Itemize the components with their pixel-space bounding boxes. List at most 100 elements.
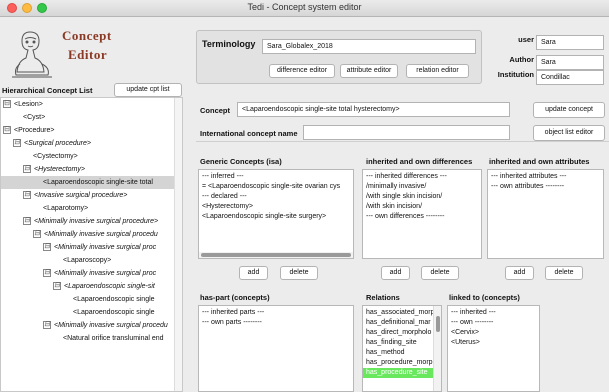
concept-field[interactable]: <Laparoendoscopic single-site total hyst… (237, 102, 510, 117)
attributes-header: inherited and own attributes (489, 157, 590, 166)
relations-scrollbar[interactable] (433, 306, 441, 391)
tree-row[interactable]: ⊟ <Minimally invasive surgical proc (43, 241, 156, 254)
collapse-icon[interactable]: ⊟ (3, 100, 11, 109)
author-label: Author (509, 55, 534, 64)
list-item[interactable]: --- own attributes -------- (491, 182, 564, 192)
list-item[interactable]: /with single skin incision/ (366, 192, 442, 202)
list-item[interactable]: has_direct_morpholo (366, 328, 431, 338)
collapse-icon[interactable]: ⊟ (33, 230, 41, 239)
tree-row[interactable]: ⊟ <Invasive surgical procedure> (23, 189, 127, 202)
list-item[interactable]: --- inferred --- (202, 172, 244, 182)
tree-row[interactable]: <Natural orifice transluminal end (63, 332, 164, 345)
generic-delete-button[interactable]: delete (280, 266, 318, 280)
list-item[interactable]: --- inherited --- (451, 308, 496, 318)
user-label: user (518, 35, 534, 44)
tree-row[interactable]: ⊟ <Minimally invasive surgical proc (43, 267, 156, 280)
list-item[interactable]: has_finding_site (366, 338, 417, 348)
attributes-add-button[interactable]: add (505, 266, 534, 280)
list-item[interactable]: has_procedure_morp (366, 358, 433, 368)
hierarchy-tree[interactable]: ⊟ <Lesion> <Cyst> ⊟ <Procedure> ⊟ <Surgical… (0, 97, 183, 392)
tree-scrollbar[interactable] (174, 98, 182, 391)
tree-row[interactable]: <Cystectomy> (33, 150, 78, 163)
generic-concepts-list[interactable]: --- inferred --- = <Laparoendoscopic sin… (198, 169, 354, 259)
list-item[interactable]: --- own parts -------- (202, 318, 262, 328)
differences-list[interactable]: --- inherited differences --- /minimally… (362, 169, 482, 259)
tree-row[interactable]: ⊟ <Minimally invasive surgical procedu (43, 319, 168, 332)
list-item[interactable]: has_definitional_mar (366, 318, 431, 328)
list-item[interactable]: --- own differences -------- (366, 212, 444, 222)
terminology-label: Terminology (202, 39, 256, 49)
tree-row[interactable]: <Laparoendoscopic single (73, 306, 155, 319)
list-item[interactable]: /minimally invasive/ (366, 182, 426, 192)
relation-editor-button[interactable]: relation editor (406, 64, 469, 78)
tree-row[interactable]: <Cyst> (23, 111, 45, 124)
tree-row[interactable]: ⊟ <Surgical procedure> (13, 137, 91, 150)
horizontal-scrollbar[interactable] (199, 252, 353, 258)
list-item[interactable]: --- declared --- (202, 192, 247, 202)
collapse-icon[interactable]: ⊟ (13, 139, 21, 148)
generic-concepts-header: Generic Concepts (isa) (200, 157, 282, 166)
update-cpt-list-button[interactable]: update cpt list (114, 83, 182, 97)
relations-list[interactable]: has_associated_morp has_definitional_mar… (362, 305, 442, 392)
author-field[interactable]: Sara (536, 55, 604, 70)
list-item[interactable]: --- inherited parts --- (202, 308, 264, 318)
terminology-field[interactable]: Sara_Globalex_2018 (262, 39, 476, 54)
collapse-icon[interactable]: ⊟ (23, 217, 31, 226)
list-item[interactable]: = <Laparoendoscopic single-site ovarian … (202, 182, 340, 192)
list-item[interactable]: --- own -------- (451, 318, 493, 328)
list-item[interactable]: <Uterus> (451, 338, 480, 348)
differences-add-button[interactable]: add (381, 266, 410, 280)
tree-row[interactable]: ⊟ <Procedure> (3, 124, 54, 137)
collapse-icon[interactable]: ⊟ (43, 269, 51, 278)
has-part-header: has-part (concepts) (200, 293, 270, 302)
hierarchy-label: Hierarchical Concept List (2, 86, 93, 95)
list-item-selected[interactable]: has_procedure_site (363, 368, 433, 378)
collapse-icon[interactable]: ⊟ (53, 282, 61, 291)
international-concept-name-label: International concept name (200, 129, 298, 138)
list-item[interactable]: --- inherited differences --- (366, 172, 447, 182)
concept-editor-logo-icon (12, 31, 52, 78)
relations-header: Relations (366, 293, 400, 302)
difference-editor-button[interactable]: difference editor (269, 64, 335, 78)
title-bar: Tedi - Concept system editor (0, 0, 609, 17)
collapse-icon[interactable]: ⊟ (43, 321, 51, 330)
logo-title-line2: Editor (68, 47, 108, 62)
tree-row-selected[interactable]: <Laparoendoscopic single-site total (1, 176, 175, 189)
tree-row[interactable]: <Laparoscopy> (63, 254, 111, 267)
international-concept-name-field[interactable] (303, 125, 510, 140)
concept-label: Concept (200, 106, 230, 115)
has-part-list[interactable]: --- inherited parts --- --- own parts --… (198, 305, 354, 392)
differences-delete-button[interactable]: delete (421, 266, 459, 280)
tree-row[interactable]: ⊟ <Minimally invasive surgical procedu (33, 228, 158, 241)
institution-field[interactable]: Condillac (536, 70, 604, 85)
update-concept-button[interactable]: update concept (533, 102, 605, 118)
attributes-delete-button[interactable]: delete (545, 266, 583, 280)
linked-concepts-header: linked to (concepts) (449, 293, 520, 302)
collapse-icon[interactable]: ⊟ (23, 165, 31, 174)
tree-row[interactable]: ⊟ <Laparoendoscopic single-sit (53, 280, 155, 293)
logo-title-line1: Concept (62, 28, 112, 43)
list-item[interactable]: <Cervix> (451, 328, 479, 338)
tree-row[interactable]: ⊟ <Minimally invasive surgical procedure> (23, 215, 158, 228)
attribute-editor-button[interactable]: attribute editor (340, 64, 398, 78)
tree-row[interactable]: ⊟ <Hysterectomy> (23, 163, 85, 176)
user-field[interactable]: Sara (536, 35, 604, 50)
tree-row[interactable]: <Laparoendoscopic single (73, 293, 155, 306)
tree-row[interactable]: <Laparotomy> (43, 202, 88, 215)
collapse-icon[interactable]: ⊟ (43, 243, 51, 252)
list-item[interactable]: has_associated_morp (366, 308, 435, 318)
collapse-icon[interactable]: ⊟ (3, 126, 11, 135)
differences-header: inherited and own differences (366, 157, 473, 166)
list-item[interactable]: has_method (366, 348, 405, 358)
generic-add-button[interactable]: add (239, 266, 268, 280)
window-title: Tedi - Concept system editor (247, 2, 362, 12)
list-item[interactable]: <Laparoendoscopic single-site surgery> (202, 212, 326, 222)
linked-concepts-list[interactable]: --- inherited --- --- own -------- <Cerv… (447, 305, 540, 392)
collapse-icon[interactable]: ⊟ (23, 191, 31, 200)
attributes-list[interactable]: --- inherited attributes --- --- own att… (487, 169, 604, 259)
list-item[interactable]: /with skin incision/ (366, 202, 422, 212)
tree-row[interactable]: ⊟ <Lesion> (3, 98, 43, 111)
list-item[interactable]: --- inherited attributes --- (491, 172, 566, 182)
object-list-editor-button[interactable]: object list editor (533, 125, 605, 141)
list-item[interactable]: <Hysterectomy> (202, 202, 253, 212)
